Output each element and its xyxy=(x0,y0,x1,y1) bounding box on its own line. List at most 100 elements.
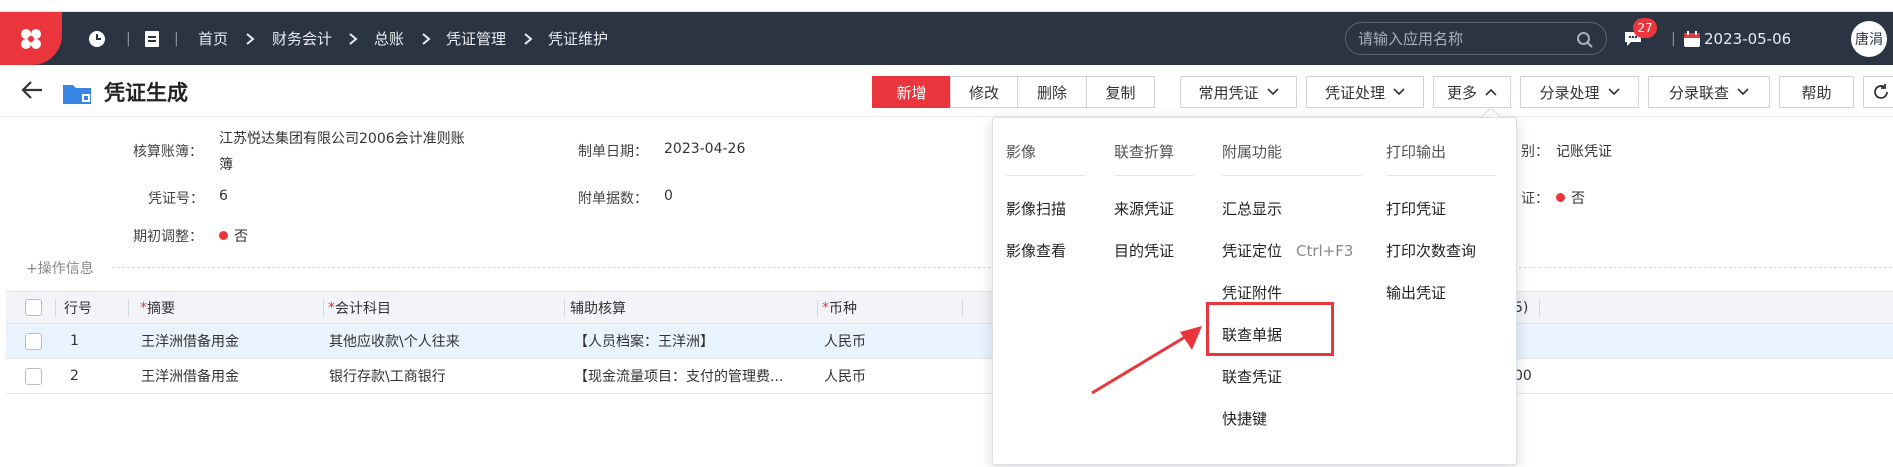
initial-adjust-label: 期初调整： xyxy=(133,229,203,245)
certify-label: 证： xyxy=(1521,191,1549,207)
menu-item-voucher-locate[interactable]: 凭证定位 Ctrl+F3 xyxy=(1222,240,1353,261)
account-book-value-line1: 江苏悦达集团有限公司2006会计准则账 xyxy=(219,131,465,147)
menu-item-summary-display[interactable]: 汇总显示 xyxy=(1222,198,1282,219)
breadcrumb-home[interactable]: 首页 xyxy=(198,12,228,65)
row-aux[interactable]: 【现金流量项目：支付的管理费... xyxy=(574,359,804,393)
row-account[interactable]: 其他应收款\个人往来 xyxy=(329,324,460,358)
menu-item-query-voucher[interactable]: 联查凭证 xyxy=(1222,366,1282,387)
menu-item-target-voucher[interactable]: 目的凭证 xyxy=(1114,240,1174,261)
breadcrumb-voucher-maint[interactable]: 凭证维护 xyxy=(548,12,608,65)
column-separator xyxy=(323,300,324,317)
row-no: 2 xyxy=(70,368,79,384)
menu-header-aux-functions: 附属功能 xyxy=(1222,143,1283,161)
entry-process-label: 分录处理 xyxy=(1539,83,1600,102)
breadcrumb-ledger[interactable]: 总账 xyxy=(374,12,404,65)
copy-button[interactable]: 复制 xyxy=(1086,76,1155,108)
menu-item-source-voucher[interactable]: 来源凭证 xyxy=(1114,198,1174,219)
more-menu: 影像 影像扫描 影像查看 联查折算 来源凭证 目的凭证 附属功能 汇总显示 凭证… xyxy=(992,117,1517,465)
header-summary-text: 摘要 xyxy=(147,300,175,317)
column-separator xyxy=(962,300,963,317)
row-summary[interactable]: 王洋洲借备用金 xyxy=(141,359,239,393)
category-value[interactable]: 记账凭证 xyxy=(1556,141,1612,161)
common-voucher-dropdown[interactable]: 常用凭证 xyxy=(1180,76,1297,108)
header-divider: | xyxy=(126,30,131,47)
column-separator xyxy=(55,300,56,317)
delete-button[interactable]: 删除 xyxy=(1017,76,1087,108)
table-row[interactable]: 1 王洋洲借备用金 其他应收款\个人往来 【人员档案：王洋洲】 人民币 xyxy=(6,324,1893,359)
more-label: 更多 xyxy=(1446,83,1477,102)
menu-header-image: 影像 xyxy=(1006,143,1037,161)
breadcrumb-voucher-mgmt[interactable]: 凭证管理 xyxy=(446,12,506,65)
menu-item-shortcuts[interactable]: 快捷键 xyxy=(1222,408,1267,429)
chevron-right-icon xyxy=(421,12,431,65)
app-logo[interactable] xyxy=(0,12,62,65)
row-no: 1 xyxy=(70,333,79,349)
operation-info-toggle[interactable]: +操作信息 xyxy=(26,258,94,278)
status-dot xyxy=(219,231,228,240)
voucher-process-label: 凭证处理 xyxy=(1324,83,1385,102)
header-divider: | xyxy=(1671,30,1676,47)
chevron-right-icon xyxy=(523,12,533,65)
menu-item-print-voucher[interactable]: 打印凭证 xyxy=(1386,198,1446,219)
back-arrow-icon[interactable] xyxy=(20,79,44,105)
calendar-icon[interactable] xyxy=(1683,12,1701,65)
initial-adjust-value[interactable]: 否 xyxy=(219,226,248,246)
column-separator xyxy=(817,300,818,317)
new-button[interactable]: 新增 xyxy=(872,76,951,108)
chevron-down-icon xyxy=(1393,88,1405,96)
menu-item-export-voucher[interactable]: 输出凭证 xyxy=(1386,282,1446,303)
more-dropdown[interactable]: 更多 xyxy=(1433,76,1511,108)
chevron-down-icon xyxy=(1737,88,1749,96)
header-account: * 会计科目 xyxy=(328,299,391,317)
table-header: 行号 * 摘要 * 会计科目 辅助核算 * 币种 5) xyxy=(6,291,1893,324)
table-row[interactable]: 2 王洋洲借备用金 银行存款\工商银行 【现金流量项目：支付的管理费... 人民… xyxy=(6,359,1893,394)
certify-value[interactable]: 否 xyxy=(1556,188,1585,208)
menu-item-voucher-attachment[interactable]: 凭证附件 xyxy=(1222,282,1282,303)
initial-adjust-text: 否 xyxy=(234,229,248,245)
row-summary[interactable]: 王洋洲借备用金 xyxy=(141,324,239,358)
edit-button[interactable]: 修改 xyxy=(950,76,1018,108)
account-book-label: 核算账簿： xyxy=(133,144,203,160)
help-button[interactable]: 帮助 xyxy=(1779,76,1854,108)
select-all-checkbox[interactable] xyxy=(25,292,42,323)
row-aux[interactable]: 【人员档案：王洋洲】 xyxy=(574,324,714,358)
row-currency[interactable]: 人民币 xyxy=(824,359,866,393)
menu-item-image-view[interactable]: 影像查看 xyxy=(1006,240,1066,261)
header-date[interactable]: 2023-05-06 xyxy=(1704,12,1791,65)
breadcrumb-finance[interactable]: 财务会计 xyxy=(272,12,332,65)
voucher-no-label: 凭证号： xyxy=(148,191,204,207)
menu-item-image-scan[interactable]: 影像扫描 xyxy=(1006,198,1066,219)
shortcut-hint: Ctrl+F3 xyxy=(1296,242,1354,260)
page-title: 凭证生成 xyxy=(104,81,188,105)
voucher-no-value[interactable]: 6 xyxy=(219,188,228,204)
annotation-arrow-icon xyxy=(1091,326,1202,395)
avatar[interactable]: 唐涓 xyxy=(1851,21,1887,57)
common-voucher-label: 常用凭证 xyxy=(1198,83,1259,102)
column-separator xyxy=(128,300,129,317)
history-icon[interactable] xyxy=(88,12,106,65)
row-account[interactable]: 银行存款\工商银行 xyxy=(329,359,446,393)
row-currency[interactable]: 人民币 xyxy=(824,324,866,358)
search-icon[interactable] xyxy=(1576,31,1594,49)
column-separator xyxy=(564,300,565,317)
menu-item-print-count-query[interactable]: 打印次数查询 xyxy=(1386,240,1476,261)
entry-process-dropdown[interactable]: 分录处理 xyxy=(1520,76,1639,108)
date-value[interactable]: 2023-04-26 xyxy=(664,141,745,157)
app-search-input[interactable]: 请输入应用名称 xyxy=(1345,22,1607,55)
attachments-label: 附单据数： xyxy=(578,191,648,207)
row-checkbox[interactable] xyxy=(25,359,42,393)
voucher-process-dropdown[interactable]: 凭证处理 xyxy=(1306,76,1424,108)
refresh-button[interactable] xyxy=(1863,76,1893,108)
row-checkbox[interactable] xyxy=(25,324,42,358)
window-top-strip xyxy=(0,0,1893,12)
entry-query-dropdown[interactable]: 分录联查 xyxy=(1648,76,1770,108)
chevron-down-icon xyxy=(1607,88,1620,96)
notification-badge: 27 xyxy=(1633,18,1657,38)
chevron-down-icon xyxy=(1266,88,1279,96)
chevron-right-icon xyxy=(348,12,358,65)
document-icon[interactable] xyxy=(144,12,160,65)
category-label: 别： xyxy=(1521,144,1549,160)
header-row-no: 行号 xyxy=(64,300,92,317)
attachments-value[interactable]: 0 xyxy=(664,188,673,204)
column-separator xyxy=(1539,300,1540,317)
